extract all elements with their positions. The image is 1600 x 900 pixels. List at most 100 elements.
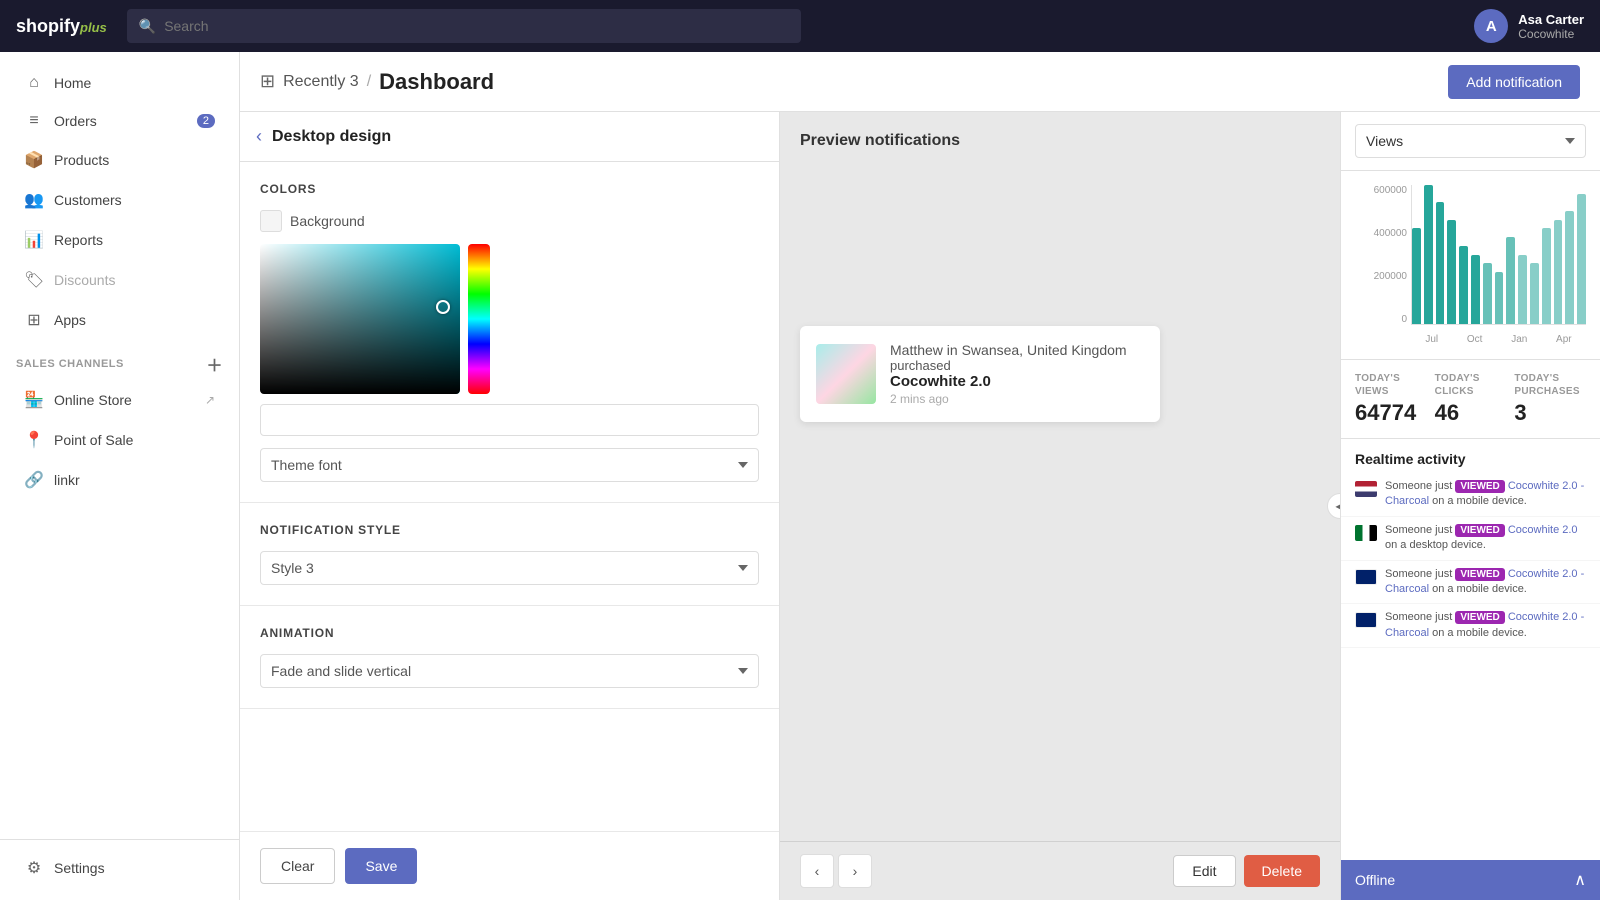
chart-container: 600000 400000 200000 0 Jul Oct Jan Apr: [1355, 185, 1586, 345]
avatar: A: [1474, 9, 1508, 43]
stat-purchases: TODAY'SPURCHASES 3: [1514, 372, 1586, 426]
sidebar-item-point-of-sale[interactable]: 📍 Point of Sale: [8, 421, 231, 459]
sidebar-item-orders[interactable]: ≡ Orders 2: [8, 103, 231, 139]
preview-title: Preview notifications: [800, 132, 960, 150]
color-swatch[interactable]: [260, 210, 282, 232]
chart-bar-12: [1554, 220, 1563, 324]
reports-icon: 📊: [24, 230, 44, 250]
user-name: Asa Carter: [1518, 12, 1584, 27]
sidebar-item-apps[interactable]: ⊞ Apps: [8, 301, 231, 339]
preview-nav: ‹ › Edit Delete: [780, 841, 1340, 900]
style-select[interactable]: Style 3 Style 1 Style 2 Style 4: [260, 551, 759, 585]
sidebar-item-online-store[interactable]: 🏪 Online Store ↗: [8, 381, 231, 419]
flag-us: [1355, 481, 1377, 497]
background-label: Background: [260, 210, 759, 232]
y-label-3: 0: [1401, 314, 1407, 325]
chart-bar-9: [1518, 255, 1527, 325]
flag-ae: [1355, 525, 1377, 541]
breadcrumb-section: Recently 3: [283, 73, 359, 91]
views-select[interactable]: Views: [1355, 124, 1586, 158]
chart-bar-7: [1495, 272, 1504, 324]
prev-button[interactable]: ‹: [800, 854, 834, 888]
y-label-1: 400000: [1374, 228, 1407, 239]
hue-slider[interactable]: [468, 244, 490, 394]
nav-arrows: ‹ ›: [800, 854, 872, 888]
logo: shopifyplus: [16, 16, 107, 37]
sidebar-item-customers[interactable]: 👥 Customers: [8, 181, 231, 219]
font-select[interactable]: Theme font Arial Helvetica: [260, 448, 759, 482]
user-store: Cocowhite: [1518, 27, 1584, 41]
chart-x-labels: Jul Oct Jan Apr: [1411, 334, 1586, 345]
animation-select[interactable]: Fade and slide vertical Fade Slide horiz…: [260, 654, 759, 688]
sidebar-item-home[interactable]: ⌂ Home: [8, 65, 231, 101]
inner-layout: ‹ Desktop design COLORS Background: [240, 112, 1600, 900]
content-area: ⊞ Recently 3 / Dashboard Add notificatio…: [240, 52, 1600, 900]
realtime-title: Realtime activity: [1341, 439, 1600, 473]
notification-image: [816, 344, 876, 404]
linkr-icon: 🔗: [24, 470, 44, 490]
topbar: shopifyplus 🔍 A Asa Carter Cocowhite: [0, 0, 1600, 52]
external-link-icon: ↗: [205, 393, 215, 407]
user-info: A Asa Carter Cocowhite: [1474, 9, 1584, 43]
sidebar-item-products[interactable]: 📦 Products: [8, 141, 231, 179]
stat-views-label: TODAY'SVIEWS: [1355, 372, 1427, 398]
breadcrumb-separator: /: [367, 73, 371, 91]
flag-gb-0: [1355, 569, 1377, 585]
sidebar-label-settings: Settings: [54, 860, 105, 876]
viewed-badge-3: VIEWED: [1455, 611, 1504, 624]
add-notification-button[interactable]: Add notification: [1448, 65, 1580, 99]
user-text: Asa Carter Cocowhite: [1518, 12, 1584, 41]
y-label-0: 600000: [1374, 185, 1407, 196]
color-picker-area[interactable]: [260, 244, 759, 394]
sidebar-item-discounts[interactable]: 🏷 Discounts: [8, 261, 231, 299]
sales-channels-header: SALES CHANNELS ＋: [0, 340, 239, 380]
sidebar-item-reports[interactable]: 📊 Reports: [8, 221, 231, 259]
next-button[interactable]: ›: [838, 854, 872, 888]
sidebar-item-linkr[interactable]: 🔗 linkr: [8, 461, 231, 499]
animation-label: ANIMATION: [260, 626, 759, 640]
left-panel: ‹ Desktop design COLORS Background: [240, 112, 780, 900]
gradient-brightness: [260, 244, 460, 394]
back-button[interactable]: ‹: [256, 126, 262, 147]
logo-plus: plus: [80, 20, 107, 35]
stats-row: TODAY'SVIEWS 64774 TODAY'SCLICKS 46 TODA…: [1341, 360, 1600, 439]
right-header: Views: [1341, 112, 1600, 171]
clear-button[interactable]: Clear: [260, 848, 335, 884]
customers-icon: 👥: [24, 190, 44, 210]
x-label-jan: Jan: [1511, 334, 1527, 345]
viewed-badge-2: VIEWED: [1455, 568, 1504, 581]
hex-input[interactable]: #ffffff: [260, 404, 759, 436]
chart-y-labels: 600000 400000 200000 0: [1355, 185, 1407, 325]
sidebar-label-linkr: linkr: [54, 472, 80, 488]
viewed-badge-1: VIEWED: [1455, 524, 1504, 537]
save-button[interactable]: Save: [345, 848, 417, 884]
preview-content: Preview notifications Matthew in Swansea…: [780, 112, 1340, 841]
add-channel-icon[interactable]: ＋: [206, 352, 223, 376]
home-icon: ⌂: [24, 74, 44, 92]
sidebar-label-pos: Point of Sale: [54, 432, 133, 448]
chart-bar-4: [1459, 246, 1468, 324]
search-bar[interactable]: 🔍: [127, 9, 801, 43]
chart-bar-14: [1577, 194, 1586, 324]
colors-section: COLORS Background #fff: [240, 162, 779, 503]
chart-bar-0: [1412, 228, 1421, 324]
edit-button[interactable]: Edit: [1173, 855, 1235, 887]
pos-icon: 📍: [24, 430, 44, 450]
sidebar-item-settings[interactable]: ⚙ Settings: [8, 849, 231, 887]
offline-bar[interactable]: Offline ∧: [1341, 860, 1600, 900]
stat-clicks: TODAY'SCLICKS 46: [1435, 372, 1507, 426]
realtime-item-0: Someone just VIEWED Cocowhite 2.0 - Char…: [1341, 473, 1600, 517]
realtime-item-2: Someone just VIEWED Cocowhite 2.0 - Char…: [1341, 561, 1600, 605]
delete-button[interactable]: Delete: [1244, 855, 1320, 887]
realtime-link-1[interactable]: Cocowhite 2.0: [1508, 524, 1578, 536]
panel-footer: Clear Save: [240, 831, 779, 900]
realtime-text-1: Someone just VIEWED Cocowhite 2.0 on a d…: [1385, 523, 1586, 554]
sidebar-label-home: Home: [54, 75, 91, 91]
x-label-apr: Apr: [1556, 334, 1572, 345]
offline-chevron-icon: ∧: [1574, 870, 1586, 890]
chart-area: 600000 400000 200000 0 Jul Oct Jan Apr: [1341, 171, 1600, 360]
search-input[interactable]: [164, 18, 788, 34]
breadcrumb-icon: ⊞: [260, 71, 275, 92]
x-label-jul: Jul: [1425, 334, 1438, 345]
notification-card: Matthew in Swansea, United Kingdom purch…: [800, 326, 1160, 422]
